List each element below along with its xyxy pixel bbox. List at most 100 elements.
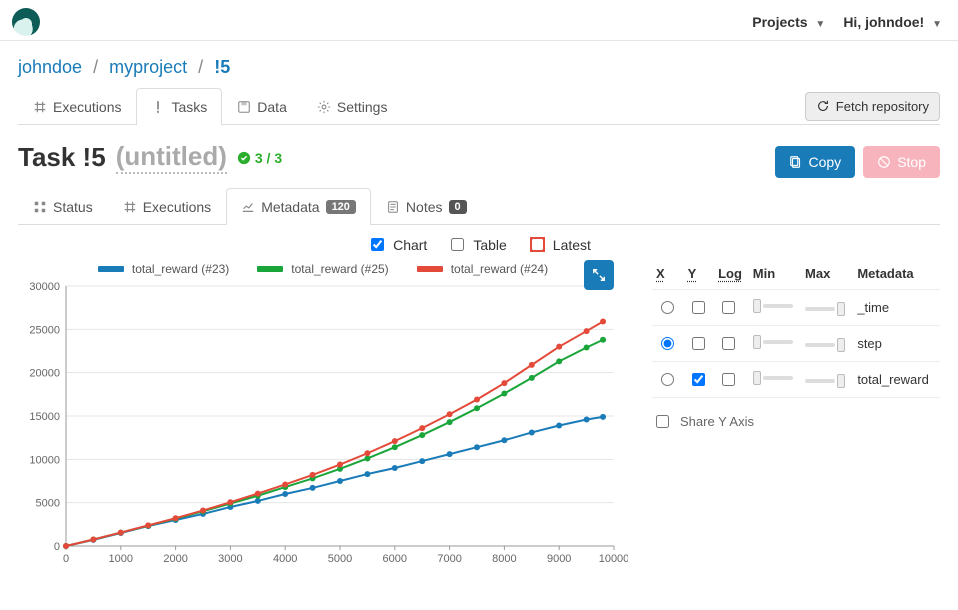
series-point bbox=[200, 507, 206, 513]
fetch-repo-button[interactable]: Fetch repository bbox=[805, 92, 940, 121]
x-radio[interactable] bbox=[661, 373, 674, 386]
series-point bbox=[419, 432, 425, 438]
x-tick-label: 7000 bbox=[437, 553, 461, 565]
tab-label: Data bbox=[257, 99, 287, 115]
series-point bbox=[392, 438, 398, 444]
x-tick-label: 5000 bbox=[328, 553, 352, 565]
tab-executions[interactable]: Executions bbox=[18, 88, 136, 125]
y-checkbox[interactable] bbox=[692, 301, 705, 314]
series-point bbox=[419, 425, 425, 431]
max-slider[interactable] bbox=[805, 338, 845, 352]
stop-button[interactable]: Stop bbox=[863, 146, 940, 178]
series-point bbox=[255, 491, 261, 497]
subtab-executions[interactable]: Executions bbox=[108, 188, 226, 225]
x-radio[interactable] bbox=[661, 301, 674, 314]
view-latest-toggle[interactable]: Latest bbox=[527, 235, 591, 254]
x-tick-label: 0 bbox=[63, 553, 69, 565]
view-table-label: Table bbox=[473, 237, 506, 253]
tab-label: Settings bbox=[337, 99, 388, 115]
subtab-metadata[interactable]: Metadata 120 bbox=[226, 188, 371, 225]
metadata-name-cell[interactable]: _time bbox=[853, 290, 940, 326]
col-min: Min bbox=[749, 260, 801, 290]
max-slider[interactable] bbox=[805, 302, 845, 316]
tab-tasks[interactable]: Tasks bbox=[136, 88, 222, 125]
col-metadata: Metadata bbox=[853, 260, 940, 290]
x-tick-label: 1000 bbox=[109, 553, 133, 565]
y-checkbox[interactable] bbox=[692, 337, 705, 350]
stop-icon bbox=[877, 155, 891, 169]
series-point bbox=[255, 498, 261, 504]
log-checkbox[interactable] bbox=[722, 337, 735, 350]
min-slider[interactable] bbox=[753, 299, 793, 313]
x-tick-label: 10000 bbox=[599, 553, 628, 565]
view-latest-checkbox[interactable] bbox=[531, 238, 544, 251]
tab-data[interactable]: Data bbox=[222, 88, 302, 125]
y-tick-label: 30000 bbox=[29, 281, 60, 293]
y-checkbox[interactable] bbox=[692, 373, 705, 386]
series-point bbox=[447, 419, 453, 425]
metadata-name-cell[interactable]: step bbox=[853, 326, 940, 362]
series-point bbox=[600, 414, 606, 420]
series-point bbox=[584, 416, 590, 422]
log-checkbox[interactable] bbox=[722, 301, 735, 314]
y-tick-label: 15000 bbox=[29, 411, 60, 423]
view-table-toggle[interactable]: Table bbox=[447, 235, 506, 254]
series-point bbox=[501, 380, 507, 386]
col-x[interactable]: X bbox=[652, 260, 684, 290]
series-point bbox=[392, 444, 398, 450]
chart-legend: total_reward (#23) total_reward (#25) tota… bbox=[18, 260, 628, 280]
subtab-notes[interactable]: Notes 0 bbox=[371, 188, 482, 225]
refresh-icon bbox=[816, 99, 830, 113]
max-slider[interactable] bbox=[805, 374, 845, 388]
legend-item[interactable]: total_reward (#23) bbox=[98, 262, 229, 276]
subtab-status[interactable]: Status bbox=[18, 188, 108, 225]
series-point bbox=[364, 455, 370, 461]
breadcrumb-project[interactable]: myproject bbox=[109, 57, 187, 77]
legend-item[interactable]: total_reward (#24) bbox=[417, 262, 548, 276]
metadata-name-cell[interactable]: total_reward bbox=[853, 362, 940, 398]
x-radio[interactable] bbox=[661, 337, 674, 350]
view-chart-toggle[interactable]: Chart bbox=[367, 235, 427, 254]
series-point bbox=[584, 345, 590, 351]
hash-icon bbox=[123, 200, 137, 214]
min-slider[interactable] bbox=[753, 371, 793, 385]
share-y-label: Share Y Axis bbox=[680, 414, 754, 429]
table-row: _time bbox=[652, 290, 940, 326]
series-point bbox=[282, 481, 288, 487]
series-point bbox=[419, 458, 425, 464]
breadcrumb-sep: / bbox=[198, 57, 203, 77]
check-circle-icon bbox=[237, 151, 251, 165]
legend-label: total_reward (#24) bbox=[451, 262, 548, 276]
x-tick-label: 4000 bbox=[273, 553, 297, 565]
legend-swatch bbox=[98, 266, 124, 272]
legend-item[interactable]: total_reward (#25) bbox=[257, 262, 388, 276]
stop-label: Stop bbox=[897, 154, 926, 170]
chart-line-icon bbox=[241, 200, 255, 214]
y-tick-label: 10000 bbox=[29, 454, 60, 466]
log-checkbox[interactable] bbox=[722, 373, 735, 386]
expand-chart-button[interactable] bbox=[584, 260, 614, 290]
col-log[interactable]: Log bbox=[714, 260, 749, 290]
series-point bbox=[282, 491, 288, 497]
menu-projects[interactable]: Projects ▼ bbox=[752, 14, 825, 30]
menu-user[interactable]: Hi, johndoe! ▼ bbox=[843, 14, 942, 30]
series-point bbox=[529, 362, 535, 368]
tab-settings[interactable]: Settings bbox=[302, 88, 403, 125]
copy-icon bbox=[789, 155, 803, 169]
copy-label: Copy bbox=[809, 154, 842, 170]
exclamation-icon bbox=[151, 100, 165, 114]
min-slider[interactable] bbox=[753, 335, 793, 349]
breadcrumb-user[interactable]: johndoe bbox=[18, 57, 82, 77]
series-point bbox=[145, 522, 151, 528]
caret-down-icon: ▼ bbox=[815, 19, 825, 30]
series-point bbox=[556, 423, 562, 429]
share-y-checkbox[interactable] bbox=[656, 415, 669, 428]
view-chart-checkbox[interactable] bbox=[371, 238, 384, 251]
col-y[interactable]: Y bbox=[684, 260, 715, 290]
series-point bbox=[584, 328, 590, 334]
breadcrumb-task[interactable]: !5 bbox=[214, 57, 230, 77]
status-badge: 3 / 3 bbox=[237, 150, 282, 166]
copy-button[interactable]: Copy bbox=[775, 146, 856, 178]
series-point bbox=[310, 472, 316, 478]
view-table-checkbox[interactable] bbox=[451, 238, 464, 251]
